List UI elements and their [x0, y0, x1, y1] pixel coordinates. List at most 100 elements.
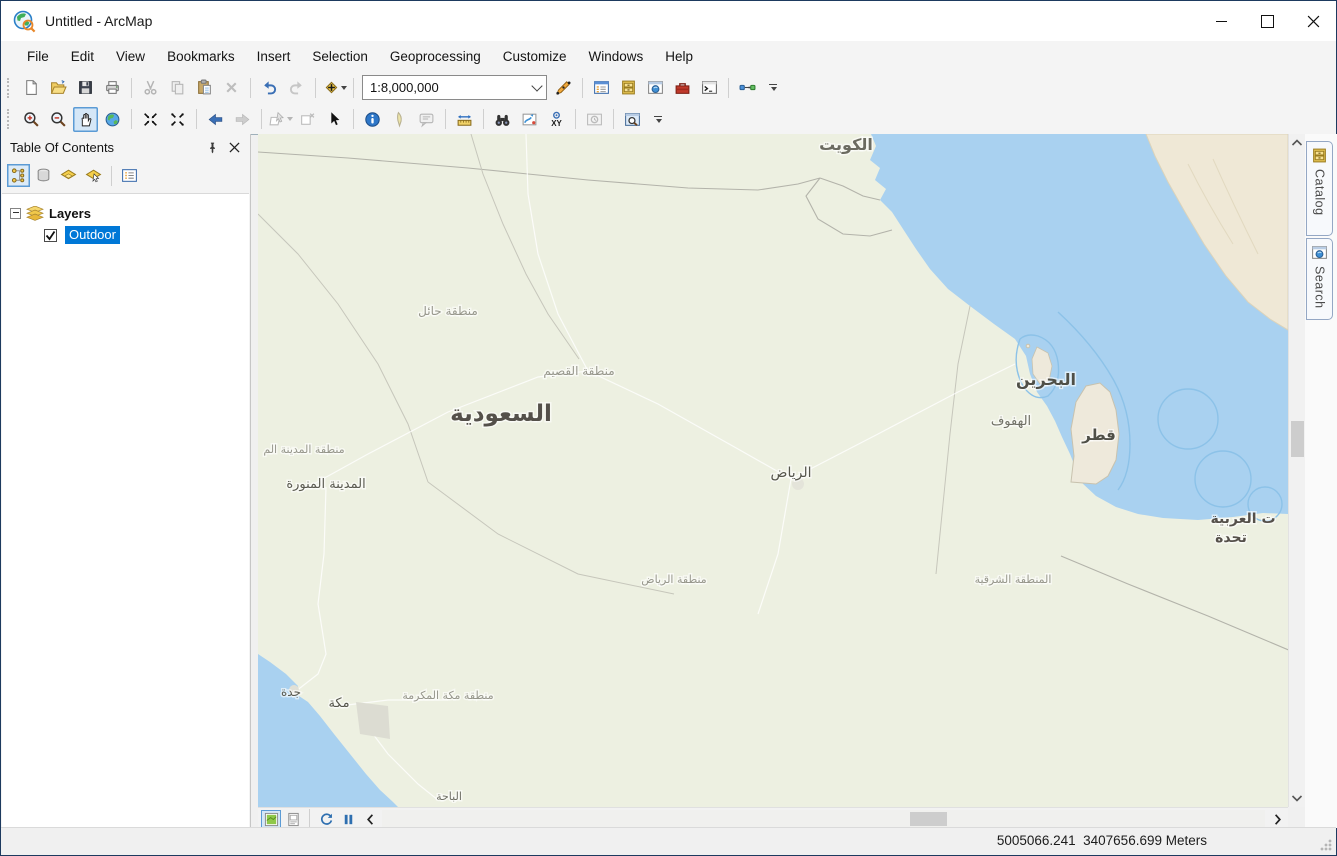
delete-button[interactable] [219, 75, 244, 100]
scale-dropdown-button[interactable] [527, 76, 546, 99]
standard-toolbar-options-button[interactable] [766, 84, 780, 91]
toolbar-grip[interactable] [7, 78, 13, 98]
map-label: قطر [1081, 426, 1116, 444]
editor-toolbar-button[interactable] [551, 75, 576, 100]
table-of-contents-window-button[interactable] [589, 75, 614, 100]
toc-title: Table Of Contents [10, 140, 114, 155]
select-elements-tool[interactable] [322, 107, 347, 132]
map-label: الهفوف [991, 414, 1031, 429]
menu-bookmarks[interactable]: Bookmarks [156, 44, 246, 69]
zoom-in-tool[interactable] [19, 107, 44, 132]
menu-windows[interactable]: Windows [578, 44, 655, 69]
horizontal-scrollbar-thumb[interactable] [910, 812, 947, 826]
refresh-icon [319, 812, 334, 827]
find-route-tool[interactable] [517, 107, 542, 132]
map-label: ت العربية [1210, 511, 1275, 527]
minimize-button[interactable] [1198, 1, 1244, 41]
clear-selected-features-button[interactable] [295, 107, 320, 132]
layers-group-label[interactable]: Layers [49, 206, 91, 221]
list-by-source-button[interactable] [32, 164, 55, 187]
vertical-scrollbar-thumb[interactable] [1291, 421, 1304, 457]
open-button[interactable] [46, 75, 71, 100]
find-tool[interactable] [490, 107, 515, 132]
redo-arrow-icon [288, 79, 305, 96]
print-button[interactable] [100, 75, 125, 100]
search-window-button[interactable] [643, 75, 668, 100]
undo-button[interactable] [257, 75, 282, 100]
vscroll-down-arrow[interactable] [1289, 790, 1305, 807]
menu-help[interactable]: Help [654, 44, 704, 69]
go-to-xy-tool[interactable]: XY [544, 107, 569, 132]
go-forward-extent-button[interactable] [230, 107, 255, 132]
menu-insert[interactable]: Insert [246, 44, 302, 69]
toc-pin-button[interactable] [202, 138, 222, 158]
delete-x-icon [223, 79, 240, 96]
catalog-window-button[interactable] [616, 75, 641, 100]
map-label: منطقة مكة المكرمة [402, 689, 493, 702]
toc-close-button[interactable] [224, 138, 244, 158]
add-data-dropdown-caret [341, 86, 347, 90]
layer-checkbox[interactable] [44, 229, 57, 242]
map-view[interactable]: الكويتمنطقة حائلمنطقة القصيمالسعوديةالبح… [258, 134, 1288, 807]
measure-tool[interactable] [452, 107, 477, 132]
time-slider-tool[interactable] [582, 107, 607, 132]
python-window-button[interactable] [697, 75, 722, 100]
chevron-down-icon [1291, 794, 1303, 803]
arctoolbox-window-button[interactable] [670, 75, 695, 100]
map-label: منطقة القصيم [543, 364, 614, 378]
copy-button[interactable] [165, 75, 190, 100]
layer-label-outdoor[interactable]: Outdoor [65, 226, 120, 244]
menu-geoprocessing[interactable]: Geoprocessing [379, 44, 492, 69]
list-by-drawing-order-button[interactable] [7, 164, 30, 187]
hscroll-left-arrow[interactable] [360, 810, 380, 829]
menu-selection[interactable]: Selection [301, 44, 379, 69]
horizontal-scrollbar[interactable] [382, 810, 1265, 828]
new-map-file-button[interactable] [19, 75, 44, 100]
data-view-button[interactable] [261, 810, 281, 829]
hyperlink-tool[interactable] [387, 107, 412, 132]
layout-view-button[interactable] [283, 810, 303, 829]
catalog-tab[interactable]: Catalog [1306, 141, 1333, 236]
create-viewer-window-tool[interactable] [620, 107, 645, 132]
tools-toolbar-options-button[interactable] [651, 116, 665, 123]
pan-tool[interactable] [73, 107, 98, 132]
search-tab[interactable]: Search [1306, 238, 1333, 320]
toc-header: Table Of Contents [1, 134, 250, 161]
go-back-extent-button[interactable] [203, 107, 228, 132]
close-button[interactable] [1290, 1, 1336, 41]
zoom-out-tool[interactable] [46, 107, 71, 132]
fixed-zoom-out-tool[interactable] [165, 107, 190, 132]
menu-file[interactable]: File [16, 44, 60, 69]
modelbuilder-button[interactable] [735, 75, 760, 100]
cut-button[interactable] [138, 75, 163, 100]
layer-row-outdoor[interactable]: Outdoor [2, 224, 249, 246]
menu-view[interactable]: View [105, 44, 156, 69]
fixed-zoom-in-tool[interactable] [138, 107, 163, 132]
list-by-selection-button[interactable] [82, 164, 105, 187]
toc-toolbar [1, 161, 250, 190]
options-list-icon [121, 167, 138, 184]
full-extent-tool[interactable] [100, 107, 125, 132]
hscroll-right-arrow[interactable] [1267, 810, 1287, 829]
list-by-visibility-button[interactable] [57, 164, 80, 187]
layers-group-row[interactable]: Layers [2, 202, 249, 224]
paste-button[interactable] [192, 75, 217, 100]
collapse-expander[interactable] [10, 208, 21, 219]
select-features-tool[interactable] [268, 107, 293, 132]
refresh-view-button[interactable] [316, 810, 336, 829]
pause-drawing-button[interactable] [338, 810, 358, 829]
add-data-button[interactable] [322, 75, 347, 100]
toc-options-button[interactable] [118, 164, 141, 187]
redo-button[interactable] [284, 75, 309, 100]
save-button[interactable] [73, 75, 98, 100]
menu-customize[interactable]: Customize [492, 44, 578, 69]
menu-edit[interactable]: Edit [60, 44, 105, 69]
map-scale-combo[interactable]: 1:8,000,000 [362, 75, 547, 100]
vertical-scrollbar[interactable] [1288, 134, 1305, 807]
resize-grip[interactable] [1320, 839, 1332, 851]
identify-tool[interactable] [360, 107, 385, 132]
html-popup-tool[interactable] [414, 107, 439, 132]
toolbar-grip[interactable] [7, 109, 13, 129]
maximize-button[interactable] [1244, 1, 1290, 41]
vscroll-up-arrow[interactable] [1289, 134, 1305, 151]
